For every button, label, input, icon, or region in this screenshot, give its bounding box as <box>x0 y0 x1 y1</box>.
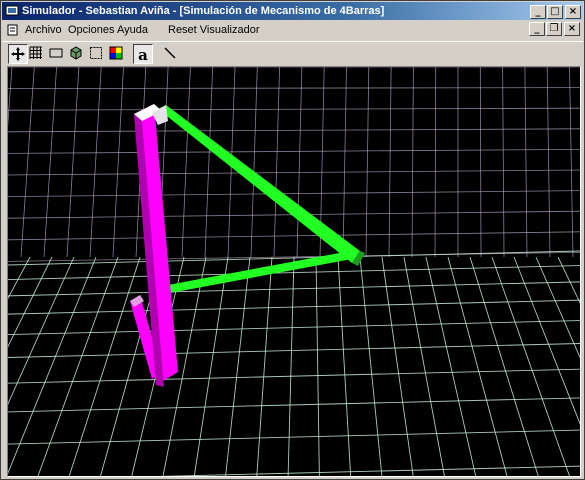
color-palette-icon <box>109 46 123 60</box>
cube-tool-button[interactable] <box>67 44 87 64</box>
color-tool-button[interactable] <box>107 44 127 64</box>
3d-viewport[interactable] <box>7 66 581 477</box>
dashed-box-icon <box>90 47 102 59</box>
toolbar: a <box>2 41 583 65</box>
close-button[interactable]: × <box>565 5 581 19</box>
grid-icon <box>29 46 42 59</box>
mechanism-scene <box>8 67 580 476</box>
app-icon <box>5 5 19 16</box>
menu-ayuda[interactable]: Ayuda <box>117 24 148 36</box>
rectangle-tool-button[interactable] <box>47 44 67 64</box>
text-icon: a <box>138 46 148 64</box>
line-icon <box>164 47 176 59</box>
menu-opciones[interactable]: Opciones <box>68 24 114 36</box>
grid-tool-button[interactable] <box>27 44 47 64</box>
dashed-box-tool-button[interactable] <box>87 44 107 64</box>
title-bar[interactable]: Simulador - Sebastian Aviña - [Simulació… <box>2 2 583 20</box>
document-icon[interactable] <box>7 24 19 36</box>
text-tool-button[interactable]: a <box>133 44 153 64</box>
child-close-button[interactable]: × <box>564 22 580 36</box>
cube-icon <box>70 46 82 60</box>
child-restore-button[interactable]: ❐ <box>546 22 562 36</box>
menu-reset-visualizador[interactable]: Reset Visualizador <box>168 24 260 36</box>
rectangle-icon <box>49 48 63 58</box>
menu-archivo[interactable]: Archivo <box>25 24 62 36</box>
move-icon <box>11 47 25 61</box>
child-minimize-button[interactable]: _ <box>529 22 545 36</box>
window-title: Simulador - Sebastian Aviña - [Simulació… <box>22 5 385 17</box>
line-tool-button[interactable] <box>161 44 181 64</box>
move-tool-button[interactable] <box>8 44 28 64</box>
maximize-button[interactable]: □ <box>547 5 563 19</box>
menu-bar: Archivo Opciones Ayuda Reset Visualizado… <box>2 21 583 40</box>
app-window: Simulador - Sebastian Aviña - [Simulació… <box>0 0 585 480</box>
minimize-button[interactable]: _ <box>530 5 546 19</box>
